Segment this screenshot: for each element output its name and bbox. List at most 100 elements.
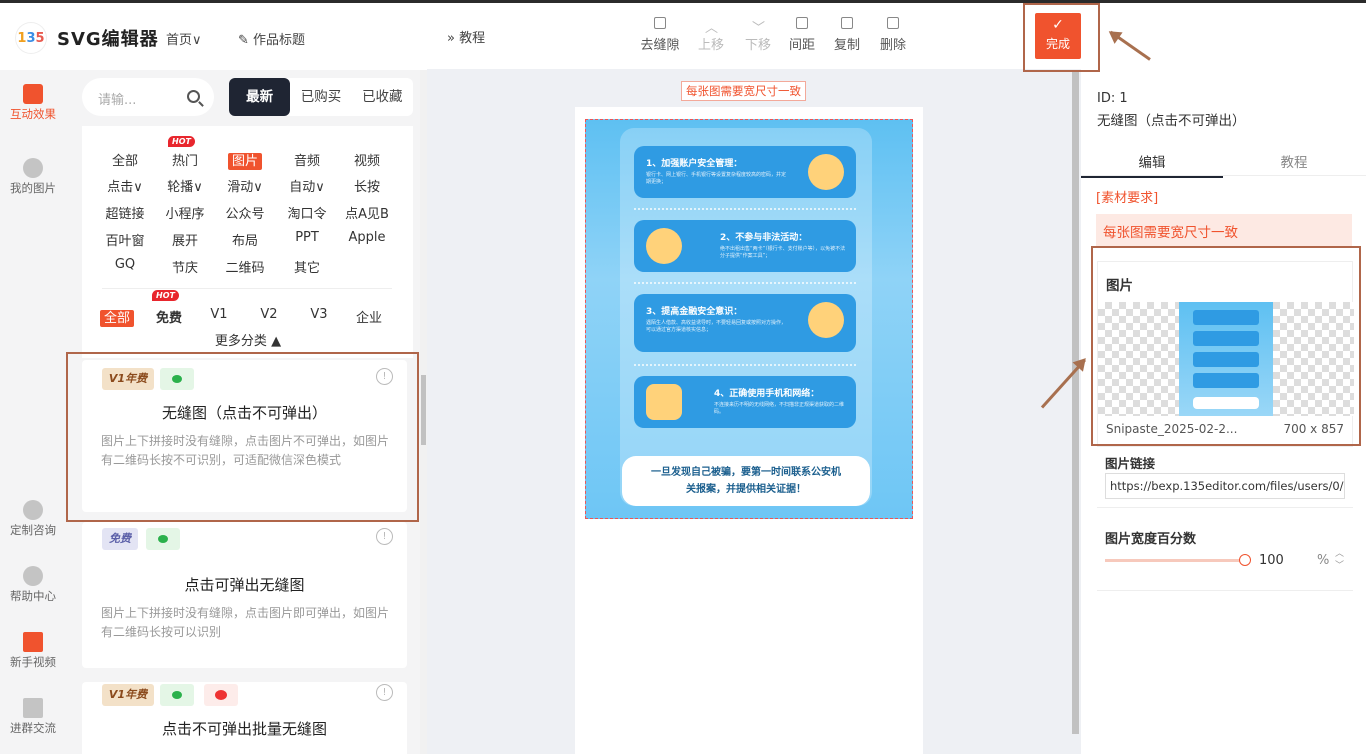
segment-purchased[interactable]: 已购买 — [290, 78, 351, 116]
image-link-input[interactable]: https://bexp.135editor.com/files/users/0… — [1105, 473, 1345, 499]
cloud-upload-icon — [23, 158, 43, 178]
headset-icon — [23, 500, 43, 520]
category-item[interactable]: 百叶窗 — [98, 230, 152, 249]
divider — [102, 288, 392, 289]
wechat-icon — [146, 528, 180, 550]
version-item[interactable]: V3 — [292, 307, 346, 322]
component-name: 无缝图（点击不可弹出） — [1097, 113, 1246, 129]
divider — [1097, 507, 1353, 508]
slider-handle[interactable] — [1239, 554, 1251, 566]
category-item[interactable]: 布局 — [218, 230, 272, 249]
coin-icon — [646, 228, 682, 264]
image-link-label: 图片链接 — [1105, 456, 1156, 471]
poster-item: 3、提高金融安全意识： 遇陌生人借款、高收益诱导时，不要轻易回复或按照对方操作，… — [634, 294, 856, 352]
video-icon — [23, 632, 43, 652]
width-slider[interactable] — [1105, 554, 1251, 566]
nav-help[interactable]: 帮助中心 — [0, 566, 66, 604]
category-item[interactable]: 公众号 — [218, 203, 272, 222]
delete-button[interactable]: 删除 — [871, 17, 915, 53]
template-card[interactable]: 免费 ! 点击可弹出无缝图 图片上下拼接时没有缝隙，点击图片即可弹出，如图片有二… — [82, 522, 407, 668]
tutorial-link[interactable]: » 教程 — [447, 27, 485, 46]
poster-item-text: 不连接来历不明的无线网络，不扫描非正规渠道获取的二维码。 — [714, 402, 845, 415]
category-item[interactable]: 轮播∨ — [158, 176, 212, 195]
category-item[interactable]: 二维码 — [218, 257, 272, 276]
move-down-button[interactable]: ﹀ 下移 — [736, 17, 780, 53]
component-id: ID: 1 — [1097, 91, 1128, 106]
nav-interactive-effects[interactable]: 互动效果 — [0, 84, 66, 122]
home-menu[interactable]: 首页∨ — [166, 29, 202, 48]
template-card[interactable]: V1年费 ! 点击不可弹出批量无缝图 — [82, 682, 407, 754]
poster-item-title: 4、正确使用手机和网络： — [714, 389, 820, 399]
info-icon[interactable]: ! — [376, 684, 393, 701]
sort-segment: 最新 已购买 已收藏 — [229, 78, 413, 116]
width-percent-label: 图片宽度百分数 — [1105, 532, 1197, 547]
poster-item: 1、加强账户安全管理： 银行卡、网上银行、手机银行等设置复杂程度较高的密码，并定… — [634, 146, 856, 198]
stepper-icon[interactable]: ︿ ﹀ — [1335, 548, 1344, 572]
dotted-divider — [634, 364, 856, 366]
segment-favorited[interactable]: 已收藏 — [352, 78, 413, 116]
logo: 135 — [16, 23, 46, 53]
question-icon — [23, 566, 43, 586]
highlight-box — [66, 352, 419, 522]
category-filter: HOT 全部 热门 图片 音频 视频 点击∨ 轮播∨ 滑动∨ 自动∨ 长按 超链… — [82, 126, 413, 358]
remove-gap-button[interactable]: 去缝隙 — [638, 17, 682, 53]
width-percent-input[interactable]: 100 % ︿ ﹀ — [1255, 548, 1347, 574]
pencil-icon: ✎ — [238, 33, 254, 48]
nav-consult[interactable]: 定制咨询 — [0, 500, 66, 538]
copy-button[interactable]: 复制 — [825, 17, 869, 53]
info-icon[interactable]: ! — [376, 528, 393, 545]
category-item[interactable]: 点A见B — [340, 203, 394, 222]
spacing-icon — [796, 17, 808, 29]
category-item[interactable]: Apple — [340, 230, 394, 245]
hot-badge: HOT — [152, 290, 179, 301]
version-item[interactable]: 免费 — [142, 307, 196, 326]
version-item[interactable]: V1 — [192, 307, 246, 322]
segment-latest[interactable]: 最新 — [229, 78, 291, 116]
move-up-button[interactable]: ︿ 上移 — [689, 17, 733, 53]
nav-my-images[interactable]: 我的图片 — [0, 158, 66, 196]
search-input[interactable]: 请输... — [82, 78, 214, 116]
app-header: 135 SVG编辑器 首页∨ ✎ 作品标题 — [0, 0, 427, 70]
version-item[interactable]: 企业 — [342, 307, 396, 326]
v1-tag: V1年费 — [102, 684, 154, 706]
tab-tutorial[interactable]: 教程 — [1223, 151, 1365, 171]
category-item[interactable]: 小程序 — [158, 203, 212, 222]
poster-item: 4、正确使用手机和网络： 不连接来历不明的无线网络，不扫描非正规渠道获取的二维码… — [634, 376, 856, 428]
category-item[interactable]: 点击∨ — [98, 176, 152, 195]
category-item[interactable]: PPT — [280, 230, 334, 245]
wechat-icon — [160, 684, 194, 706]
version-item[interactable]: 全部 — [90, 307, 144, 327]
category-item[interactable]: 图片 — [218, 150, 272, 170]
category-item[interactable]: 节庆 — [158, 257, 212, 276]
category-item[interactable]: 其它 — [280, 257, 334, 276]
nav-group[interactable]: 进群交流 — [0, 698, 66, 736]
more-categories-toggle[interactable]: 更多分类 ▲ — [198, 330, 298, 349]
category-item[interactable]: 展开 — [158, 230, 212, 249]
divider — [1097, 590, 1353, 591]
category-item[interactable]: 音频 — [280, 150, 334, 169]
double-chevron-right-icon: » — [447, 31, 460, 46]
category-item[interactable]: 淘口令 — [280, 203, 334, 222]
category-item[interactable]: 滑动∨ — [218, 176, 272, 195]
category-item[interactable]: 视频 — [340, 150, 394, 169]
poster-warning-note: 一旦发现自己被骗，要第一时间联系公安机 关报案，并提供相关证据！ — [622, 456, 870, 506]
search-icon[interactable] — [187, 90, 200, 103]
category-item[interactable]: 长按 — [340, 176, 394, 195]
category-item[interactable]: 热门 — [158, 150, 212, 169]
card-title: 点击可弹出无缝图 — [184, 576, 305, 594]
category-item[interactable]: 自动∨ — [280, 176, 334, 195]
category-item[interactable]: 超链接 — [98, 203, 152, 222]
version-item[interactable]: V2 — [242, 307, 296, 322]
editor-scrollbar[interactable] — [1071, 70, 1081, 754]
dotted-divider — [634, 208, 856, 210]
category-item[interactable]: GQ — [98, 257, 152, 272]
nav-video[interactable]: 新手视频 — [0, 632, 66, 670]
panel-scrollbar[interactable] — [420, 70, 427, 754]
spacing-button[interactable]: 间距 — [780, 17, 824, 53]
poster-item: 2、不参与非法活动： 绝不出租出售“两卡”（银行卡、支付账户等），以免被不法分子… — [634, 220, 856, 272]
work-title[interactable]: ✎ 作品标题 — [238, 29, 305, 48]
tab-edit[interactable]: 编辑 — [1081, 151, 1223, 178]
category-item[interactable]: 全部 — [98, 150, 152, 169]
poster-item-title: 1、加强账户安全管理： — [646, 159, 743, 169]
poster-image[interactable]: 1、加强账户安全管理： 银行卡、网上银行、手机银行等设置复杂程度较高的密码，并定… — [585, 119, 913, 519]
